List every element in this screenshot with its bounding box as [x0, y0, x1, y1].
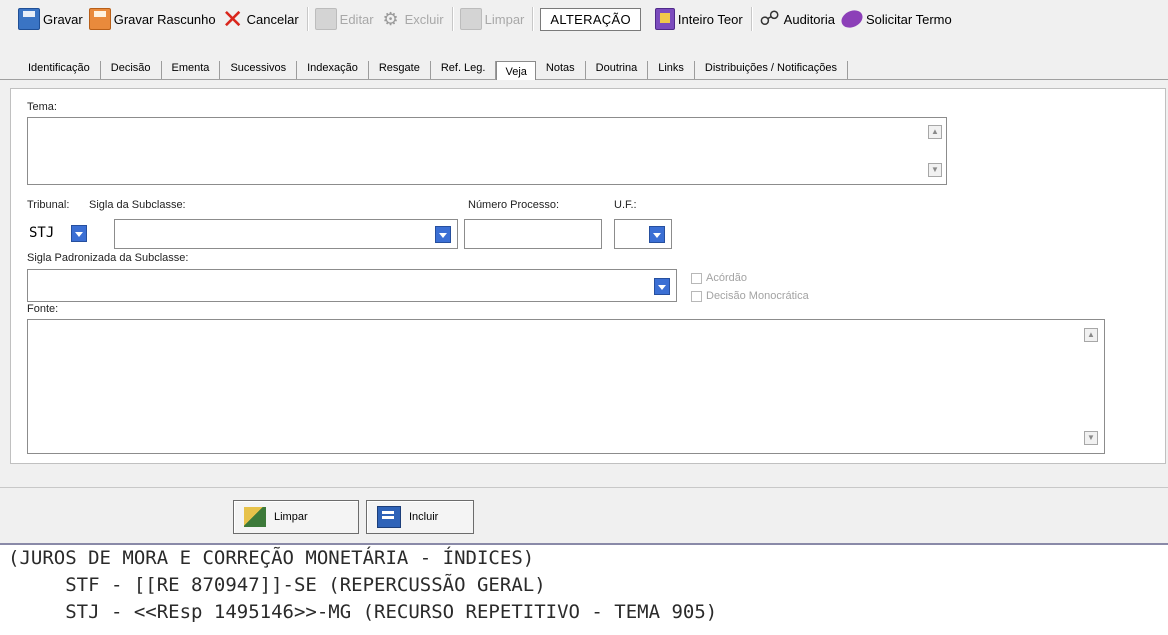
clear-icon	[459, 8, 482, 30]
broom-icon	[244, 507, 266, 527]
checkbox-box	[691, 290, 702, 302]
incluir-button[interactable]: Incluir	[366, 500, 474, 534]
save-label: Gravar	[43, 11, 83, 27]
chevron-down-icon[interactable]	[654, 278, 670, 295]
fonte-label: Fonte:	[27, 303, 59, 315]
tab-identificacao[interactable]: Identificação	[0, 61, 101, 79]
limpar-button[interactable]: Limpar	[233, 500, 359, 534]
sigla-subclasse-select[interactable]	[114, 219, 458, 249]
main-toolbar: Gravar Gravar Rascunho ✕ Cancelar Editar…	[0, 0, 1168, 38]
tab-veja[interactable]: Veja	[496, 61, 536, 80]
clear-label: Limpar	[484, 11, 525, 27]
clear-toolbar-button[interactable]: Limpar	[459, 8, 525, 30]
tab-indexacao[interactable]: Indexação	[297, 61, 369, 79]
tribunal-value: STJ	[29, 225, 55, 241]
delete-label: Excluir	[404, 11, 444, 27]
audit-label: Auditoria	[783, 11, 835, 27]
scroll-up-icon[interactable]: ▲	[928, 125, 942, 139]
numero-processo-label: Número Processo:	[468, 199, 560, 211]
tema-label: Tema:	[27, 101, 57, 113]
decisao-monocratica-checkbox[interactable]: Decisão Monocrática	[691, 290, 809, 302]
save-draft-button[interactable]: Gravar Rascunho	[88, 8, 216, 30]
veja-panel: Tema: ▲ ▼ Tribunal: Sigla da Subclasse: …	[10, 88, 1166, 464]
add-icon	[377, 506, 401, 528]
tab-distribuicoes[interactable]: Distribuições / Notificações	[695, 61, 848, 79]
cancel-label: Cancelar	[246, 11, 299, 27]
tab-bar: Identificação Decisão Ementa Sucessivos …	[0, 58, 1168, 80]
fonte-field[interactable]: ▲ ▼	[27, 319, 1105, 454]
output-line: (JUROS DE MORA E CORREÇÃO MONETÁRIA - ÍN…	[8, 547, 535, 569]
save-button[interactable]: Gravar	[18, 8, 83, 30]
full-text-button[interactable]: Inteiro Teor	[654, 8, 743, 30]
request-term-button[interactable]: Solicitar Termo	[838, 7, 952, 31]
scroll-down-icon[interactable]: ▼	[1084, 431, 1098, 445]
limpar-label: Limpar	[274, 511, 308, 523]
toolbar-separator	[750, 7, 753, 31]
tema-field[interactable]: ▲ ▼	[27, 117, 947, 185]
checkbox-box	[691, 272, 702, 284]
tribunal-select[interactable]: STJ	[27, 219, 105, 249]
edit-button[interactable]: Editar	[314, 8, 374, 30]
tab-links[interactable]: Links	[648, 61, 695, 79]
chevron-down-icon[interactable]	[435, 226, 451, 243]
scroll-down-icon[interactable]: ▼	[928, 163, 942, 177]
tab-ementa[interactable]: Ementa	[162, 61, 221, 79]
delete-button[interactable]: ⚙ Excluir	[380, 8, 444, 30]
acordao-checkbox[interactable]: Acórdão	[691, 272, 747, 284]
tab-decisao[interactable]: Decisão	[101, 61, 162, 79]
tab-doutrina[interactable]: Doutrina	[586, 61, 649, 79]
tab-notas[interactable]: Notas	[536, 61, 586, 79]
close-icon: ✕	[221, 4, 244, 34]
numero-processo-input[interactable]	[464, 219, 602, 249]
chevron-down-icon[interactable]	[649, 226, 665, 243]
request-term-icon	[838, 7, 866, 31]
uf-select[interactable]	[614, 219, 672, 249]
toolbar-separator	[532, 7, 535, 31]
tab-ref-leg[interactable]: Ref. Leg.	[431, 61, 497, 79]
cancel-button[interactable]: ✕ Cancelar	[221, 4, 299, 34]
references-output: (JUROS DE MORA E CORREÇÃO MONETÁRIA - ÍN…	[0, 543, 1168, 635]
request-term-label: Solicitar Termo	[865, 11, 952, 27]
save-draft-label: Gravar Rascunho	[113, 11, 216, 27]
tribunal-label: Tribunal:	[27, 199, 70, 211]
tab-resgate[interactable]: Resgate	[369, 61, 431, 79]
toolbar-separator	[451, 7, 454, 31]
audit-icon: ☍	[759, 8, 780, 30]
scroll-up-icon[interactable]: ▲	[1084, 328, 1098, 342]
document-icon	[654, 8, 675, 30]
uf-label: U.F.:	[614, 199, 637, 211]
sigla-padronizada-label: Sigla Padronizada da Subclasse:	[27, 252, 189, 264]
decisao-monocratica-label: Decisão Monocrática	[706, 290, 809, 302]
divider	[0, 487, 1168, 488]
save-icon	[18, 8, 40, 30]
output-line: STF - [[RE 870947]]-SE (REPERCUSSÃO GERA…	[8, 574, 546, 596]
gear-icon: ⚙	[382, 9, 399, 29]
sigla-subclasse-label: Sigla da Subclasse:	[89, 199, 186, 211]
mode-status: ALTERAÇÃO	[540, 7, 641, 31]
save-draft-icon	[88, 8, 111, 30]
output-line: STJ - <<REsp 1495146>>-MG (RECURSO REPET…	[8, 601, 718, 623]
edit-label: Editar	[339, 11, 374, 27]
acordao-label: Acórdão	[706, 272, 747, 284]
toolbar-separator	[306, 7, 309, 31]
tab-sucessivos[interactable]: Sucessivos	[220, 61, 298, 79]
edit-icon	[314, 8, 337, 30]
sigla-padronizada-select[interactable]	[27, 269, 677, 302]
full-text-label: Inteiro Teor	[677, 11, 743, 27]
incluir-label: Incluir	[409, 511, 439, 523]
chevron-down-icon[interactable]	[71, 225, 87, 242]
audit-button[interactable]: ☍ Auditoria	[759, 8, 835, 30]
